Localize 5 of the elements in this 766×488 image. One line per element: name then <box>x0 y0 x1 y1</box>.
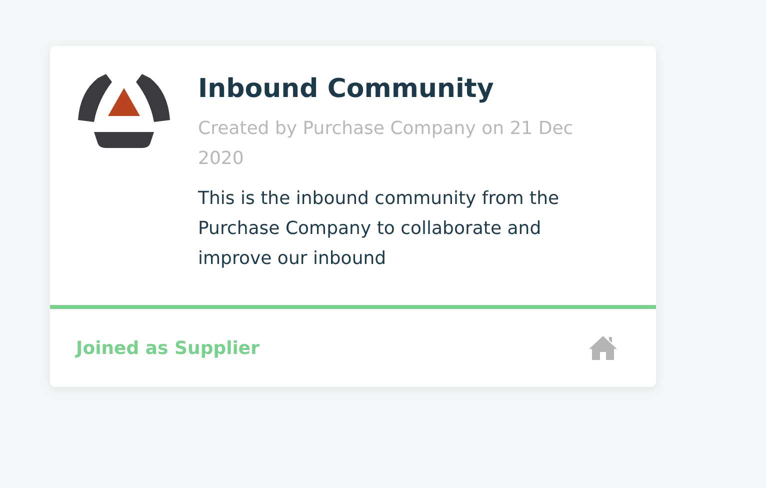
home-icon[interactable] <box>588 335 618 361</box>
community-title: Inbound Community <box>198 74 495 104</box>
membership-status: Joined as Supplier <box>76 338 260 358</box>
community-description: This is the inbound community from the Purchase Company to collaborate and improve our inbound <box>198 187 560 271</box>
created-info: Created by Purchase Company on 21 Dec 2020 <box>198 117 574 171</box>
